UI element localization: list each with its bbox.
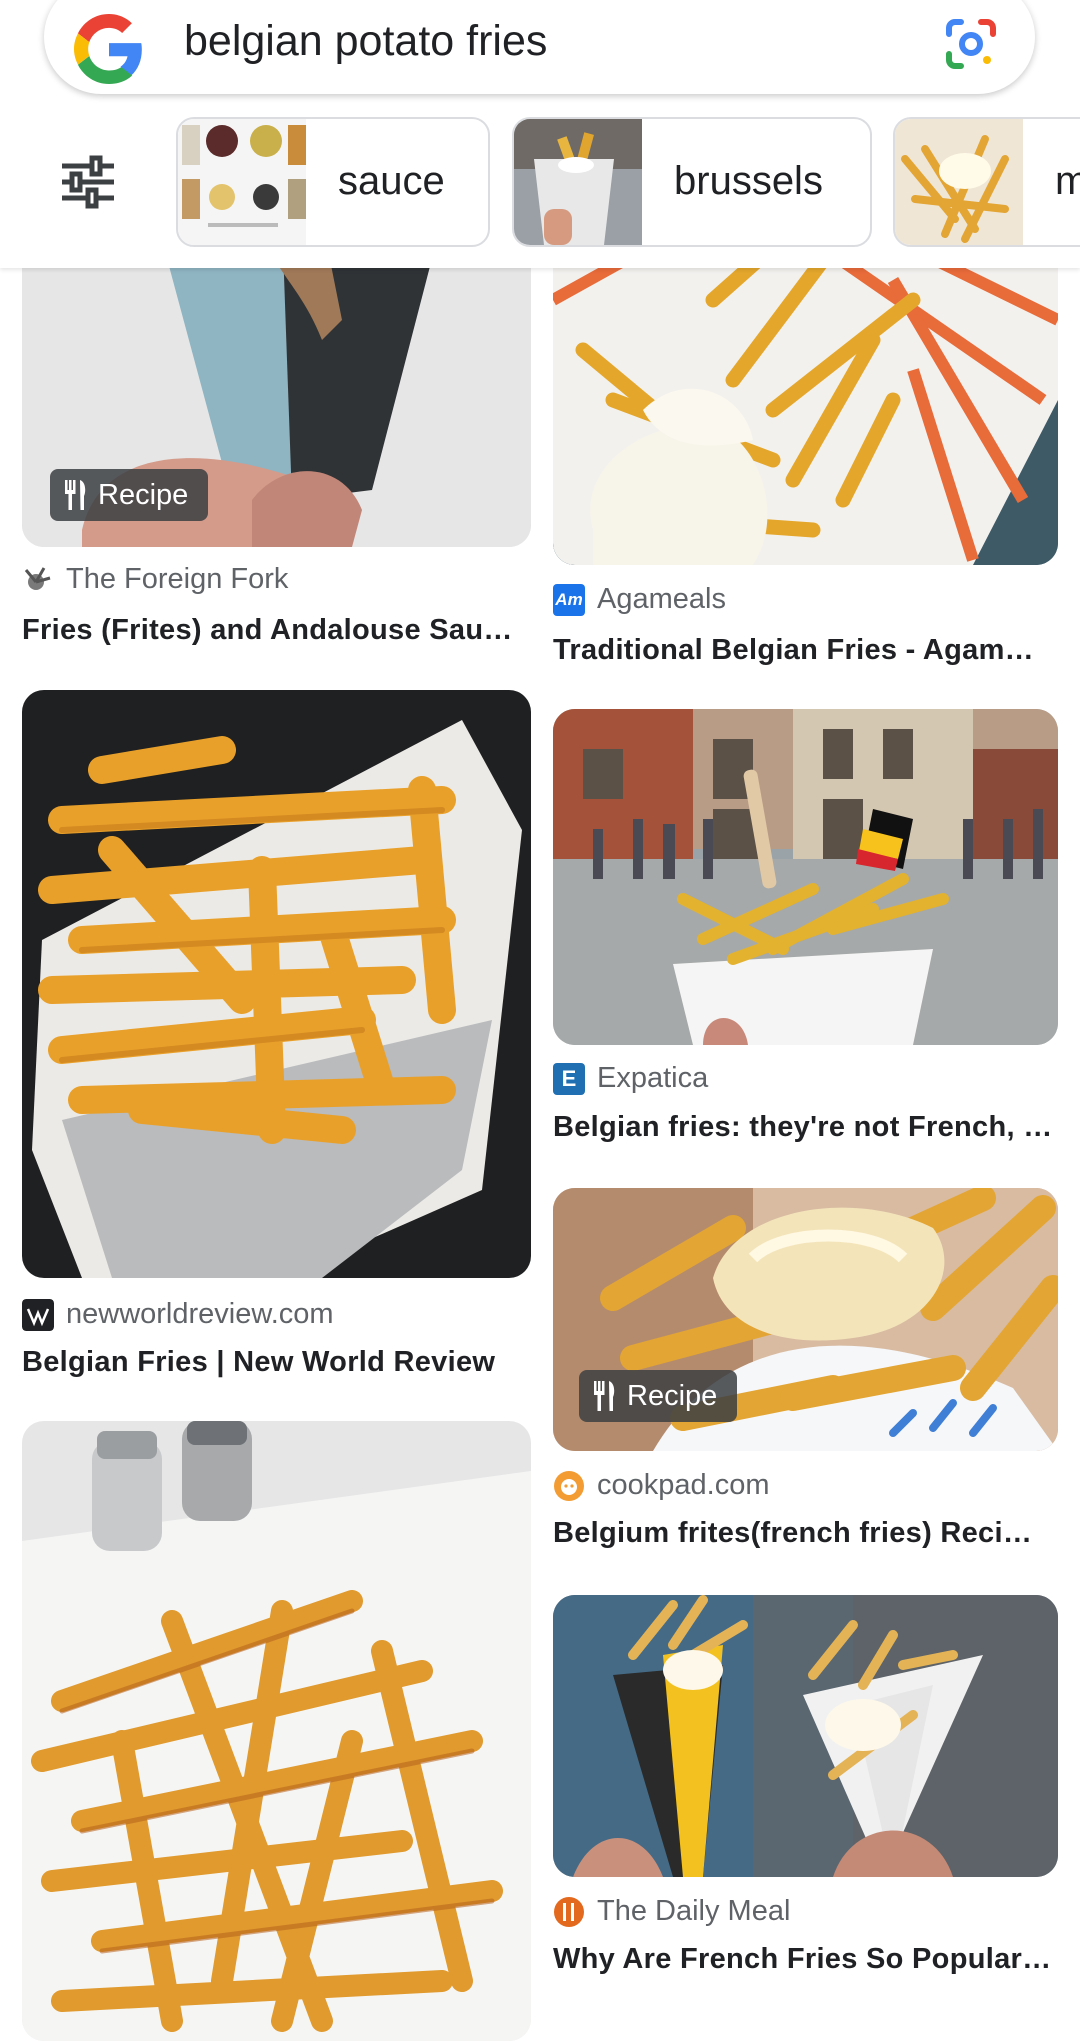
google-lens-icon[interactable]: [941, 14, 1001, 74]
result-image[interactable]: [22, 690, 531, 1278]
result-image[interactable]: [22, 1421, 531, 2041]
chip-brussels[interactable]: brussels: [512, 117, 872, 247]
chip-thumbnail: [178, 119, 306, 245]
result-card[interactable]: Recipe cookpad.com Belgium frites(french…: [553, 1188, 1058, 1558]
agameals-favicon-icon: Am: [553, 583, 585, 616]
recipe-badge: Recipe: [50, 469, 209, 521]
search-header: belgian potato fries sauce brussels: [0, 0, 1080, 268]
recipe-badge-label: Recipe: [98, 478, 189, 511]
filter-icon[interactable]: [58, 152, 118, 212]
result-title[interactable]: Traditional Belgian Fries - Agam…: [553, 634, 1058, 667]
result-source[interactable]: newworldreview.com: [22, 1298, 334, 1331]
result-source[interactable]: Am Agameals: [553, 583, 726, 616]
source-name: The Foreign Fork: [66, 563, 289, 595]
chip-sauce[interactable]: sauce: [176, 117, 490, 247]
result-source[interactable]: cookpad.com: [553, 1469, 770, 1502]
result-title[interactable]: Why Are French Fries So Popular…: [553, 1943, 1058, 1976]
result-title[interactable]: Fries (Frites) and Andalouse Sau…: [22, 614, 527, 647]
result-image[interactable]: [553, 709, 1058, 1045]
chip-thumbnail: [895, 119, 1023, 245]
chip-more[interactable]: m: [893, 117, 1080, 247]
source-name: newworldreview.com: [66, 1298, 334, 1330]
foreign-fork-favicon-icon: [22, 563, 54, 596]
search-bar[interactable]: belgian potato fries: [44, 0, 1035, 94]
source-name: Expatica: [597, 1062, 709, 1094]
result-card[interactable]: newworldreview.com Belgian Fries | New W…: [22, 690, 531, 1380]
result-source[interactable]: E Expatica: [553, 1062, 708, 1095]
expatica-favicon-icon: E: [553, 1062, 585, 1095]
source-name: The Daily Meal: [597, 1895, 791, 1927]
chip-thumbnail: [514, 119, 642, 245]
source-name: Agameals: [597, 583, 726, 615]
recipe-badge: Recipe: [579, 1370, 738, 1422]
newworldreview-favicon-icon: [22, 1298, 54, 1331]
result-card[interactable]: Am Agameals Traditional Belgian Fries - …: [553, 200, 1058, 670]
utensils-icon: [65, 480, 86, 510]
chip-label: m: [1055, 159, 1080, 204]
utensils-icon: [594, 1381, 615, 1411]
result-image[interactable]: [553, 1595, 1058, 1877]
result-card[interactable]: E Expatica Belgian fries: they're not Fr…: [553, 709, 1058, 1169]
result-card[interactable]: [22, 1421, 531, 2041]
chip-label: sauce: [338, 159, 445, 203]
recipe-badge-label: Recipe: [627, 1379, 718, 1412]
source-name: cookpad.com: [597, 1469, 770, 1501]
daily-meal-favicon-icon: [554, 1896, 584, 1927]
result-card[interactable]: The Daily Meal Why Are French Fries So P…: [553, 1595, 1058, 1985]
result-title[interactable]: Belgian Fries | New World Review: [22, 1346, 527, 1379]
google-logo-icon: [74, 14, 142, 84]
cookpad-favicon-icon: [554, 1470, 584, 1501]
result-title[interactable]: Belgium frites(french fries) Reci…: [553, 1517, 1058, 1550]
result-source[interactable]: The Foreign Fork: [22, 563, 288, 596]
chip-label: brussels: [674, 159, 823, 203]
search-input[interactable]: belgian potato fries: [184, 17, 547, 66]
result-card[interactable]: Recipe The Foreign Fork Fries (Frites) a…: [22, 200, 531, 660]
result-title[interactable]: Belgian fries: they're not French, …: [553, 1111, 1058, 1144]
result-source[interactable]: The Daily Meal: [553, 1895, 790, 1928]
